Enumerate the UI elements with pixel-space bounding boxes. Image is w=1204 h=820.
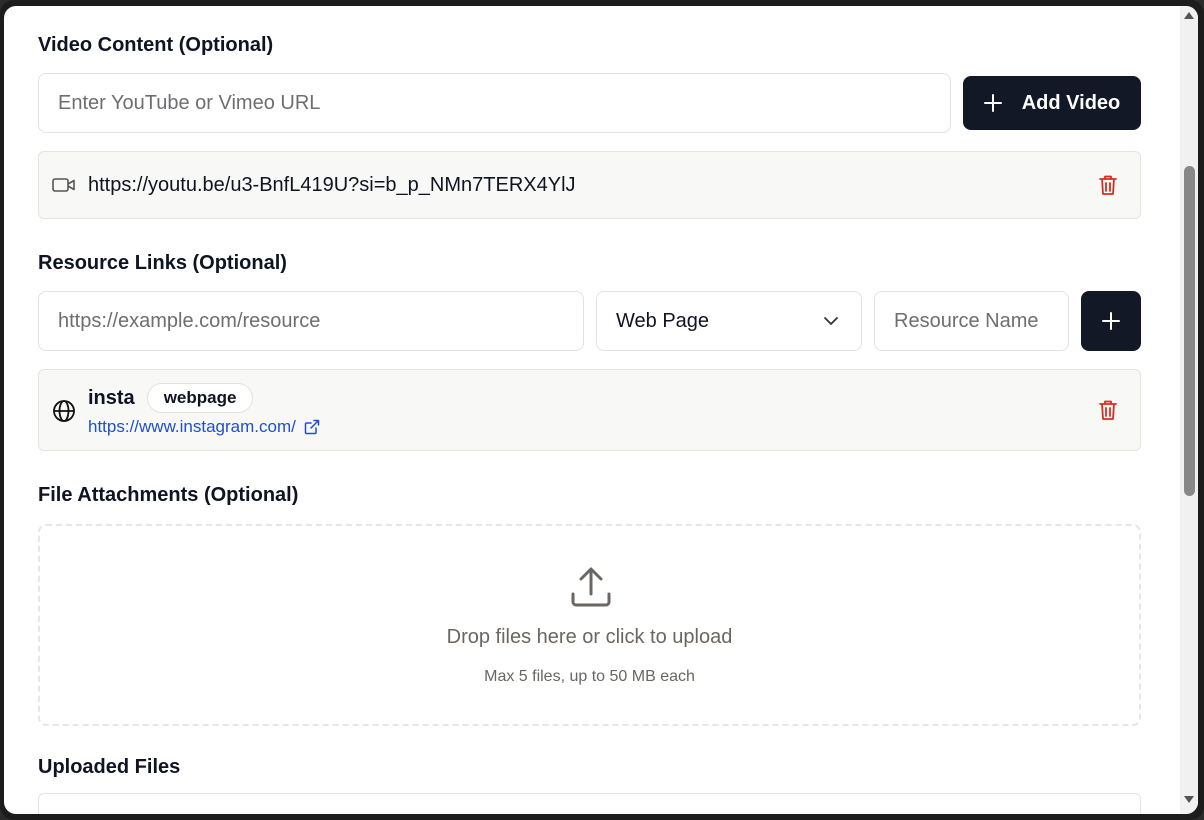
uploaded-section-title: Uploaded Files [38, 756, 181, 778]
trash-icon[interactable] [1098, 174, 1118, 196]
uploaded-file-row [38, 793, 1141, 814]
external-link-icon[interactable] [304, 419, 320, 435]
resource-type-value: Web Page [616, 309, 710, 332]
resource-type-badge: webpage [146, 383, 254, 413]
resource-item: insta webpage https://www.instagram.com/ [38, 369, 1141, 451]
scroll-down-arrow[interactable] [1184, 796, 1194, 803]
resource-item-link[interactable]: https://www.instagram.com/ [88, 417, 296, 437]
globe-icon [52, 399, 76, 423]
dropzone-text: Drop files here or click to upload [446, 626, 733, 648]
resource-name-input[interactable]: Resource Name [874, 291, 1069, 351]
add-video-label: Add Video [1021, 91, 1121, 114]
dropzone-limit-text: Max 5 files, up to 50 MB each [484, 668, 695, 685]
add-video-button[interactable]: Add Video [963, 76, 1141, 130]
window-frame: Video Content (Optional) Enter YouTube o… [0, 0, 1204, 820]
resource-item-name: insta [88, 386, 135, 409]
trash-icon[interactable] [1098, 399, 1118, 421]
video-item: https://youtu.be/u3-BnfL419U?si=b_p_NMn7… [38, 151, 1141, 219]
scroll-up-arrow[interactable] [1184, 12, 1194, 19]
resource-url-input[interactable]: https://example.com/resource [38, 291, 584, 351]
video-section-title: Video Content (Optional) [38, 34, 274, 56]
scrollbar[interactable] [1180, 6, 1198, 814]
attachments-section-title: File Attachments (Optional) [38, 484, 299, 506]
plus-icon [1102, 312, 1120, 330]
video-icon [52, 176, 76, 194]
resources-section-title: Resource Links (Optional) [38, 252, 287, 274]
video-item-url: https://youtu.be/u3-BnfL419U?si=b_p_NMn7… [88, 174, 576, 196]
upload-icon [570, 566, 612, 608]
file-dropzone[interactable]: Drop files here or click to upload Max 5… [38, 524, 1141, 726]
modal: Video Content (Optional) Enter YouTube o… [4, 6, 1198, 814]
add-resource-button[interactable] [1081, 291, 1141, 351]
scroll-thumb[interactable] [1184, 166, 1195, 496]
chevron-down-icon [823, 316, 839, 326]
video-url-input[interactable]: Enter YouTube or Vimeo URL [38, 73, 951, 133]
resource-type-select[interactable]: Web Page [596, 291, 862, 351]
plus-icon [983, 94, 1002, 112]
